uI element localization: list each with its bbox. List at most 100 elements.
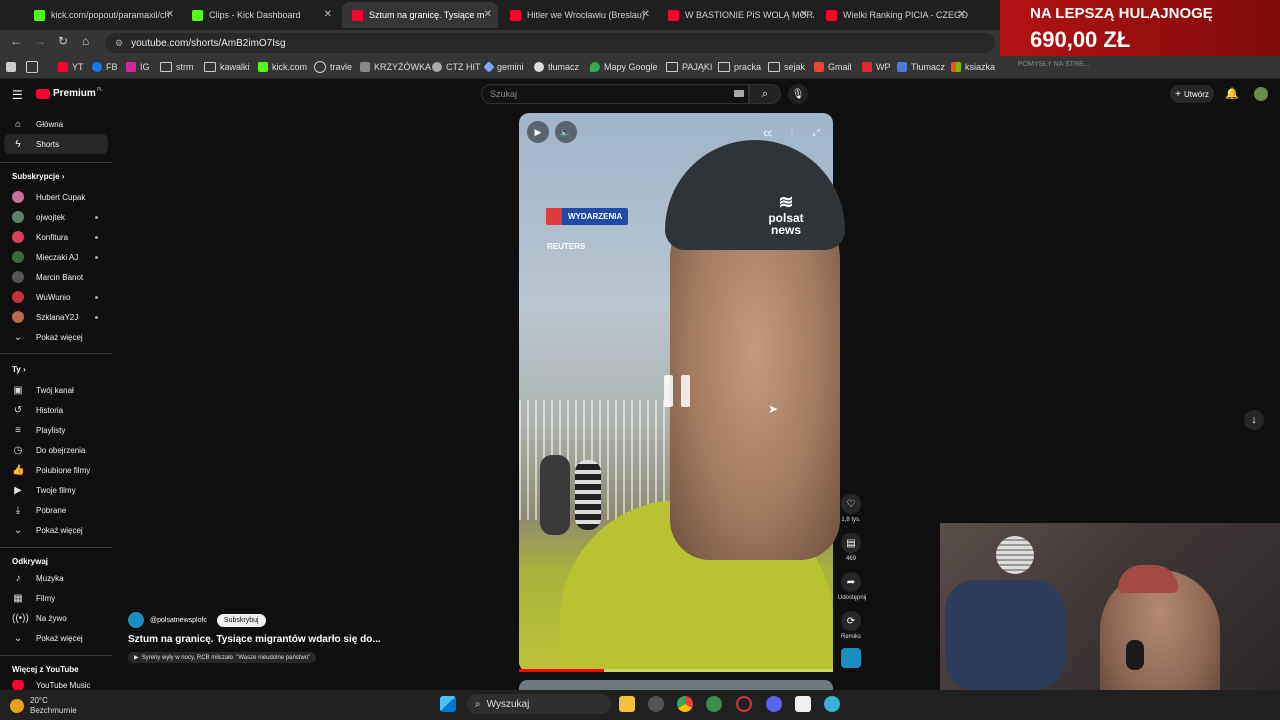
- sidebar-item-liked[interactable]: 👍 Polubione filmy: [0, 460, 112, 480]
- sidebar-item-history[interactable]: ↺ Historia: [0, 400, 112, 420]
- sidebar-item-channel[interactable]: ▣ Twój kanał: [0, 380, 112, 400]
- youtube-logo[interactable]: Premium PL: [36, 87, 103, 99]
- address-bar[interactable]: ⚙ youtube.com/shorts/AmB2imO7Isg: [105, 33, 995, 53]
- create-button[interactable]: + Utwórz: [1170, 85, 1214, 103]
- search-button[interactable]: ⌕: [749, 84, 781, 104]
- apps-icon[interactable]: [6, 60, 20, 74]
- notes-icon[interactable]: [795, 696, 811, 712]
- bookmark-yt[interactable]: YT: [58, 60, 84, 74]
- bookmark-krzyzowka[interactable]: KRZYŻÓWKA: [360, 60, 431, 74]
- sidebar-you-show-more[interactable]: ⌄ Pokaż więcej: [0, 520, 112, 540]
- bookmark-strm[interactable]: strm: [160, 60, 194, 74]
- next-video-button[interactable]: ↓: [1244, 410, 1264, 430]
- volume-button[interactable]: 🔈: [555, 121, 577, 143]
- tab-kick-popout[interactable]: kick.com/popout/paramaxil/ch ✕: [24, 2, 180, 28]
- next-short-preview[interactable]: [519, 680, 833, 690]
- bookmark-gemini[interactable]: gemini: [483, 60, 524, 74]
- site-info-icon[interactable]: ⚙: [115, 38, 123, 49]
- sidebar-item-yt-music[interactable]: YouTube Music: [0, 680, 112, 690]
- tab-kick-dashboard[interactable]: Clips - Kick Dashboard ✕: [182, 2, 338, 28]
- sidebar-sub-banot[interactable]: Marcin Banot: [0, 267, 112, 287]
- close-icon[interactable]: ✕: [642, 9, 650, 20]
- captions-button[interactable]: ㏄: [757, 121, 779, 143]
- you-header[interactable]: Ty ›: [12, 365, 26, 374]
- mic-button[interactable]: 🎙: [788, 84, 808, 104]
- bookmark-kick[interactable]: kick.com: [258, 60, 307, 74]
- pause-icon[interactable]: [664, 375, 690, 407]
- bell-icon[interactable]: 🔔: [1225, 87, 1239, 100]
- fullscreen-button[interactable]: ⤢: [805, 121, 827, 143]
- bookmark-tlumacz[interactable]: tłumacz: [534, 60, 579, 74]
- globe-icon[interactable]: [824, 696, 840, 712]
- tab-youtube-active[interactable]: Sztum na granicę. Tysiące m ✕: [342, 2, 498, 28]
- sidebar-item-home[interactable]: ⌂ Główna: [0, 114, 112, 134]
- subscriptions-header[interactable]: Subskrypcje ›: [12, 172, 64, 181]
- bookmark-kawalki[interactable]: kawalki: [204, 60, 250, 74]
- tab-youtube-bastion[interactable]: W BASTIONIE PiS WOLĄ MORA ✕: [658, 2, 814, 28]
- bookmark-mapy[interactable]: Mapy Google: [590, 60, 658, 74]
- bookmark-tlumacz2[interactable]: Tłumacz: [897, 60, 945, 74]
- app-icon[interactable]: [648, 696, 664, 712]
- close-icon[interactable]: ✕: [484, 9, 492, 20]
- browser-icon[interactable]: [706, 696, 722, 712]
- bookmark-ctz[interactable]: CTZ HIT: [432, 60, 481, 74]
- close-icon[interactable]: ✕: [324, 9, 332, 20]
- sidebar-sub-szklana[interactable]: SzklanaY2J: [0, 307, 112, 327]
- sound-thumbnail[interactable]: [841, 648, 861, 668]
- channel-avatar[interactable]: [128, 612, 144, 628]
- sidebar-item-your-videos[interactable]: ▶ Twoje filmy: [0, 480, 112, 500]
- sidebar-subs-show-more[interactable]: ⌄ Pokaż więcej: [0, 327, 112, 347]
- home-icon[interactable]: ⌂: [82, 34, 89, 48]
- close-icon[interactable]: ✕: [958, 9, 966, 20]
- sidebar-sub-hubert[interactable]: Hubert Cupak: [0, 187, 112, 207]
- file-explorer-icon[interactable]: [619, 696, 635, 712]
- sidebar-item-playlists[interactable]: ≡ Playlisty: [0, 420, 112, 440]
- bookmark-fb[interactable]: FB: [92, 60, 118, 74]
- remix-action[interactable]: ⟳ Remiks: [838, 611, 864, 640]
- comments-action[interactable]: ▤ 469: [838, 533, 864, 562]
- sidebar-sub-konfitura[interactable]: Konfitura: [0, 227, 112, 247]
- avatar[interactable]: [1254, 87, 1268, 101]
- discord-icon[interactable]: [766, 696, 782, 712]
- sidebar-sub-ojwojtek[interactable]: ojwojtek: [0, 207, 112, 227]
- sidebar-sub-wuwunio[interactable]: WuWunio: [0, 287, 112, 307]
- more-options-button[interactable]: ⋮: [781, 121, 803, 143]
- sidebar-explore-show-more[interactable]: ⌄ Pokaż więcej: [0, 628, 112, 648]
- sidebar-item-shorts[interactable]: ϟ Shorts: [4, 134, 108, 154]
- weather-widget[interactable]: 20°C Bezchmurnie: [10, 696, 77, 716]
- bookmark-ig[interactable]: IG: [126, 60, 150, 74]
- bookmark-sejak[interactable]: sejak: [768, 60, 805, 74]
- tab-youtube-hitler[interactable]: Hitler we Wrocławiu (Breslau) ✕: [500, 2, 656, 28]
- chrome-icon[interactable]: [677, 696, 693, 712]
- start-icon[interactable]: [440, 696, 456, 712]
- search-input[interactable]: Szukaj: [481, 84, 749, 104]
- video-title[interactable]: Sztum na granicę. Tysiące migrantów wdar…: [128, 634, 381, 645]
- bookmark-pracka[interactable]: pracka: [718, 60, 761, 74]
- grid-icon[interactable]: [26, 60, 42, 74]
- close-icon[interactable]: ✕: [800, 9, 808, 20]
- sidebar-sub-mieczaki[interactable]: Mieczaki AJ: [0, 247, 112, 267]
- sidebar-item-music[interactable]: ♪ Muzyka: [0, 568, 112, 588]
- sidebar-item-films[interactable]: ▦ Filmy: [0, 588, 112, 608]
- sidebar-item-watch-later[interactable]: ◷ Do obejrzenia: [0, 440, 112, 460]
- subscribe-button[interactable]: Subskrybuj: [216, 613, 266, 627]
- video-progress-bar[interactable]: [519, 669, 833, 672]
- bookmark-gmail[interactable]: Gmail: [814, 60, 852, 74]
- share-action[interactable]: ➦ Udostępnij: [838, 572, 866, 601]
- opera-icon[interactable]: [736, 696, 752, 712]
- channel-handle[interactable]: @polsatnewsplofc: [150, 617, 207, 624]
- like-action[interactable]: ♡ 1,8 tys.: [838, 494, 864, 523]
- bookmark-travle[interactable]: travle: [314, 60, 352, 74]
- forward-icon[interactable]: →: [34, 34, 46, 48]
- menu-icon[interactable]: ☰: [12, 88, 23, 102]
- play-button[interactable]: ▶: [527, 121, 549, 143]
- keyboard-icon[interactable]: [734, 90, 744, 97]
- related-video-chip[interactable]: ▶ Syreny wyły w nocy, RCB milczało. "Wasz…: [128, 652, 317, 663]
- bookmark-ksiazka[interactable]: ksiazka: [951, 60, 995, 74]
- tab-youtube-ranking[interactable]: Wielki Ranking PICIA - CZEGO ✕: [816, 2, 972, 28]
- taskbar-search[interactable]: ⌕ Wyszukaj: [467, 694, 611, 714]
- sidebar-item-downloads[interactable]: ⤓ Pobrane: [0, 500, 112, 520]
- bookmark-pajaki[interactable]: PAJĄKI: [666, 60, 712, 74]
- back-icon[interactable]: ←: [10, 34, 22, 48]
- close-icon[interactable]: ✕: [166, 9, 174, 20]
